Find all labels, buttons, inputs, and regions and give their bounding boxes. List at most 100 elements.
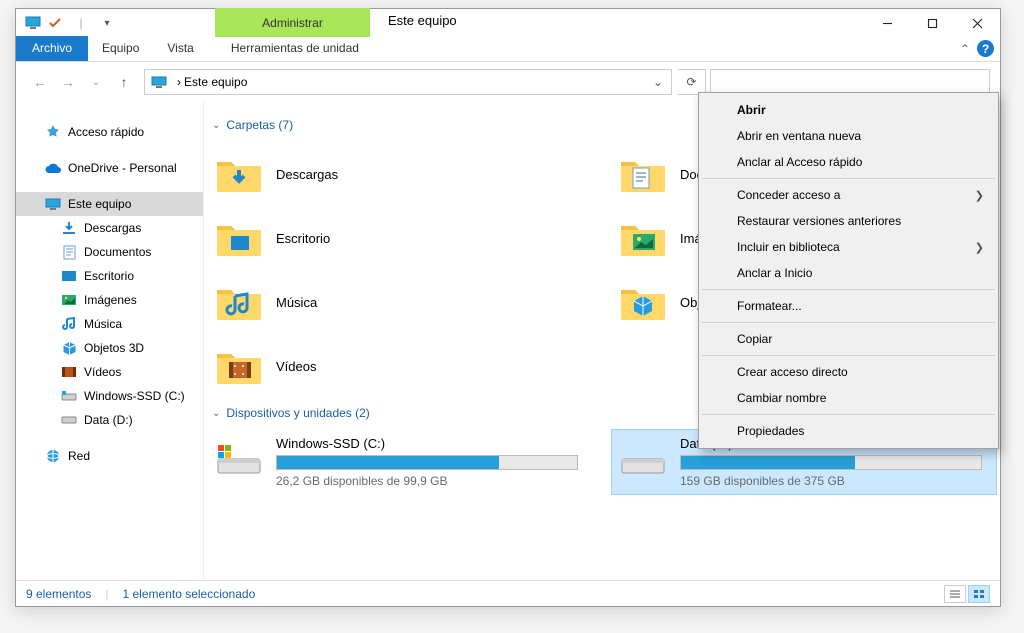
help-icon[interactable]: ? bbox=[977, 40, 994, 57]
tab-drive-tools[interactable]: Herramientas de unidad bbox=[217, 36, 373, 61]
sidebar-item-label: Data (D:) bbox=[84, 413, 133, 427]
sidebar-item[interactable]: Imágenes bbox=[16, 288, 203, 312]
address-bar[interactable]: › Este equipo ⌄ bbox=[144, 69, 672, 95]
sidebar-this-pc[interactable]: Este equipo bbox=[16, 192, 203, 216]
sidebar-item-label: Objetos 3D bbox=[84, 341, 144, 355]
sidebar-item-label: Windows-SSD (C:) bbox=[84, 389, 185, 403]
status-selection: 1 elemento seleccionado bbox=[123, 587, 256, 601]
ribbon-tabs: Archivo Equipo Vista Herramientas de uni… bbox=[16, 37, 1000, 62]
folder-icon bbox=[214, 149, 264, 199]
sidebar-item[interactable]: Objetos 3D bbox=[16, 336, 203, 360]
context-menu-item[interactable]: Cambiar nombre bbox=[701, 385, 996, 411]
folder-label: Vídeos bbox=[276, 359, 316, 374]
folder-item[interactable]: Música bbox=[208, 270, 592, 334]
sidebar-item-icon bbox=[60, 339, 78, 357]
sidebar-item[interactable]: Windows-SSD (C:) bbox=[16, 384, 203, 408]
sidebar-item-icon bbox=[60, 315, 78, 333]
folder-item[interactable]: Descargas bbox=[208, 142, 592, 206]
tiles-view-button[interactable] bbox=[968, 585, 990, 603]
folder-item[interactable]: Vídeos bbox=[208, 334, 592, 398]
recent-locations-button[interactable]: ⌄ bbox=[82, 77, 110, 88]
folder-label: Música bbox=[276, 295, 317, 310]
forward-button[interactable]: → bbox=[54, 74, 82, 90]
sidebar-label: Acceso rápido bbox=[68, 125, 144, 139]
window-controls bbox=[865, 9, 1000, 37]
sidebar-item-icon bbox=[60, 411, 78, 429]
minimize-button[interactable] bbox=[865, 9, 910, 37]
context-menu-item[interactable]: Abrir en ventana nueva bbox=[701, 123, 996, 149]
context-menu-item[interactable]: Propiedades bbox=[701, 418, 996, 444]
context-menu-item[interactable]: Copiar bbox=[701, 326, 996, 352]
sidebar-quick-access[interactable]: Acceso rápido bbox=[32, 120, 203, 144]
sidebar-item[interactable]: Escritorio bbox=[16, 264, 203, 288]
folder-item[interactable]: Escritorio bbox=[208, 206, 592, 270]
sidebar-item-icon bbox=[60, 387, 78, 405]
context-menu-separator bbox=[702, 289, 995, 290]
folder-label: Escritorio bbox=[276, 231, 330, 246]
sidebar-item-label: Documentos bbox=[84, 245, 151, 259]
sidebar-item-icon bbox=[60, 219, 78, 237]
context-menu-separator bbox=[702, 322, 995, 323]
maximize-button[interactable] bbox=[910, 9, 955, 37]
context-menu-item[interactable]: Anclar a Inicio bbox=[701, 260, 996, 286]
context-menu-item[interactable]: Anclar al Acceso rápido bbox=[701, 149, 996, 175]
sidebar-item-label: Imágenes bbox=[84, 293, 137, 307]
sidebar-item[interactable]: Vídeos bbox=[16, 360, 203, 384]
sidebar-item-label: Escritorio bbox=[84, 269, 134, 283]
view-switcher bbox=[944, 585, 990, 603]
close-button[interactable] bbox=[955, 9, 1000, 37]
up-button[interactable]: ↑ bbox=[110, 74, 138, 90]
sidebar-item[interactable]: Documentos bbox=[16, 240, 203, 264]
tab-equipo[interactable]: Equipo bbox=[88, 36, 153, 61]
sidebar-item[interactable]: Descargas bbox=[16, 216, 203, 240]
address-pc-icon bbox=[149, 74, 169, 90]
tab-vista[interactable]: Vista bbox=[153, 36, 207, 61]
qat-properties-icon[interactable] bbox=[46, 14, 64, 32]
folder-label: Descargas bbox=[276, 167, 338, 182]
sidebar-item[interactable]: Data (D:) bbox=[16, 408, 203, 432]
star-icon bbox=[44, 123, 62, 141]
drive-icon bbox=[214, 436, 264, 486]
file-tab[interactable]: Archivo bbox=[16, 36, 88, 61]
folder-icon bbox=[214, 277, 264, 327]
folder-icon bbox=[618, 149, 668, 199]
context-menu-item[interactable]: Crear acceso directo bbox=[701, 359, 996, 385]
address-history-icon[interactable]: ⌄ bbox=[645, 75, 671, 89]
submenu-arrow-icon: ❯ bbox=[975, 241, 984, 254]
breadcrumb-label: Este equipo bbox=[184, 75, 247, 89]
sidebar-item-icon bbox=[60, 267, 78, 285]
context-menu-item[interactable]: Restaurar versiones anteriores bbox=[701, 208, 996, 234]
app-icon bbox=[24, 14, 42, 32]
context-menu-item[interactable]: Incluir en biblioteca❯ bbox=[701, 234, 996, 260]
sidebar-network[interactable]: Red bbox=[32, 444, 203, 468]
sidebar-item-icon bbox=[60, 363, 78, 381]
contextual-tab-header: Administrar bbox=[215, 8, 370, 37]
pc-icon bbox=[44, 195, 62, 213]
quick-access-toolbar: | ▾ bbox=[24, 14, 122, 32]
sidebar-onedrive[interactable]: OneDrive - Personal bbox=[32, 156, 203, 180]
folder-icon bbox=[618, 213, 668, 263]
group-label: Dispositivos y unidades (2) bbox=[226, 406, 369, 420]
capacity-bar bbox=[680, 455, 982, 470]
drive-free-text: 159 GB disponibles de 375 GB bbox=[680, 474, 982, 488]
breadcrumb[interactable]: › Este equipo bbox=[173, 75, 251, 89]
back-button[interactable]: ← bbox=[26, 74, 54, 90]
qat-customize-icon[interactable]: ▾ bbox=[98, 14, 116, 32]
context-menu-item[interactable]: Conceder acceso a❯ bbox=[701, 182, 996, 208]
context-menu-item[interactable]: Formatear... bbox=[701, 293, 996, 319]
contextual-tab-label: Administrar bbox=[262, 16, 323, 30]
sidebar-item[interactable]: Música bbox=[16, 312, 203, 336]
context-menu-separator bbox=[702, 178, 995, 179]
context-menu-item[interactable]: Abrir bbox=[701, 97, 996, 123]
drive-item[interactable]: Windows-SSD (C:)26,2 GB disponibles de 9… bbox=[208, 430, 592, 494]
status-bar: 9 elementos | 1 elemento seleccionado bbox=[16, 580, 1000, 606]
folder-icon bbox=[214, 341, 264, 391]
folder-icon bbox=[214, 213, 264, 263]
window-title: Este equipo bbox=[388, 13, 457, 28]
sidebar-label: OneDrive - Personal bbox=[68, 161, 177, 175]
ribbon-collapse-icon[interactable]: ⌃ bbox=[960, 42, 970, 56]
qat-separator: | bbox=[72, 14, 90, 32]
details-view-button[interactable] bbox=[944, 585, 966, 603]
sidebar-item-icon bbox=[60, 243, 78, 261]
sidebar-item-label: Descargas bbox=[84, 221, 141, 235]
